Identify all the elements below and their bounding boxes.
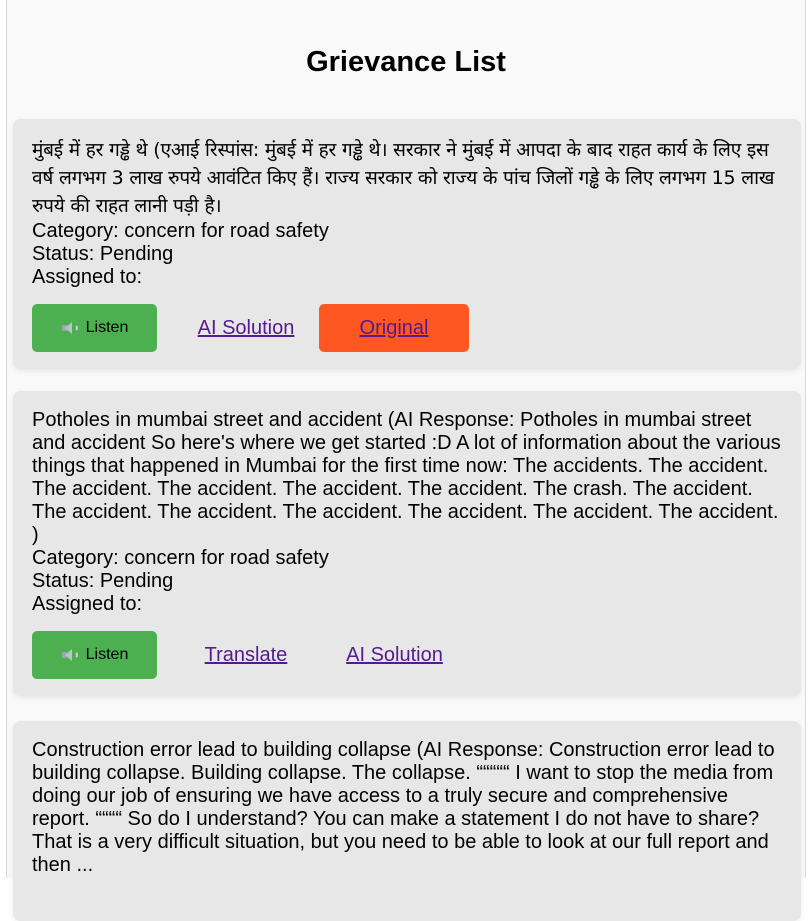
listen-button[interactable]: Listen: [32, 631, 157, 679]
assigned-label: Assigned to:: [32, 593, 143, 615]
grievance-text: मुंबई में हर गड्ढे थे (एआई रिस्पांस: मुं…: [32, 139, 775, 217]
category-value: concern for road safety: [124, 220, 329, 242]
grievance-assigned: Assigned to:: [32, 593, 782, 616]
original-button[interactable]: Original: [319, 304, 469, 352]
listen-label: Listen: [85, 646, 129, 663]
category-label: Category:: [32, 547, 125, 569]
translate-label: Translate: [204, 643, 288, 666]
listen-label: Listen: [85, 319, 129, 336]
page-title: Grievance List: [306, 46, 506, 78]
grievance-status: Status: Pending: [32, 243, 782, 266]
grievance-actions: Listen AI Solution Original: [32, 304, 782, 352]
grievance-page: Grievance List मुंबई में हर गड्ढे थे (एआ…: [6, 0, 806, 921]
grievance-actions: Listen Translate AI Solution: [32, 631, 782, 679]
category-label: Category:: [32, 220, 125, 242]
grievance-status: Status: Pending: [32, 570, 782, 593]
ai-solution-label: AI Solution: [346, 643, 443, 666]
original-label: Original: [359, 316, 429, 339]
grievance-card: Potholes in mumbai street and accident (…: [13, 391, 801, 696]
listen-button[interactable]: Listen: [32, 304, 157, 352]
category-value: concern for road safety: [124, 547, 329, 569]
grievance-assigned: Assigned to:: [32, 266, 782, 289]
ai-solution-label: AI Solution: [197, 316, 295, 339]
speaker-icon: [61, 322, 79, 334]
grievance-text: Potholes in mumbai street and accident (…: [32, 409, 781, 546]
grievance-category: Category: concern for road safety: [32, 547, 782, 570]
ai-solution-link[interactable]: AI Solution: [332, 631, 457, 679]
status-value: Pending: [99, 570, 174, 592]
grievance-card: Construction error lead to building coll…: [13, 721, 801, 921]
grievance-card: मुंबई में हर गड्ढे थे (एआई रिस्पांस: मुं…: [13, 119, 801, 369]
grievance-text: Construction error lead to building coll…: [32, 739, 775, 876]
status-label: Status:: [32, 243, 100, 265]
status-value: Pending: [99, 243, 174, 265]
grievance-category: Category: concern for road safety: [32, 220, 782, 243]
speaker-icon: [61, 649, 79, 661]
assigned-label: Assigned to:: [32, 266, 143, 288]
translate-link[interactable]: Translate: [186, 631, 306, 679]
ai-solution-link[interactable]: AI Solution: [186, 304, 306, 352]
status-label: Status:: [32, 570, 100, 592]
